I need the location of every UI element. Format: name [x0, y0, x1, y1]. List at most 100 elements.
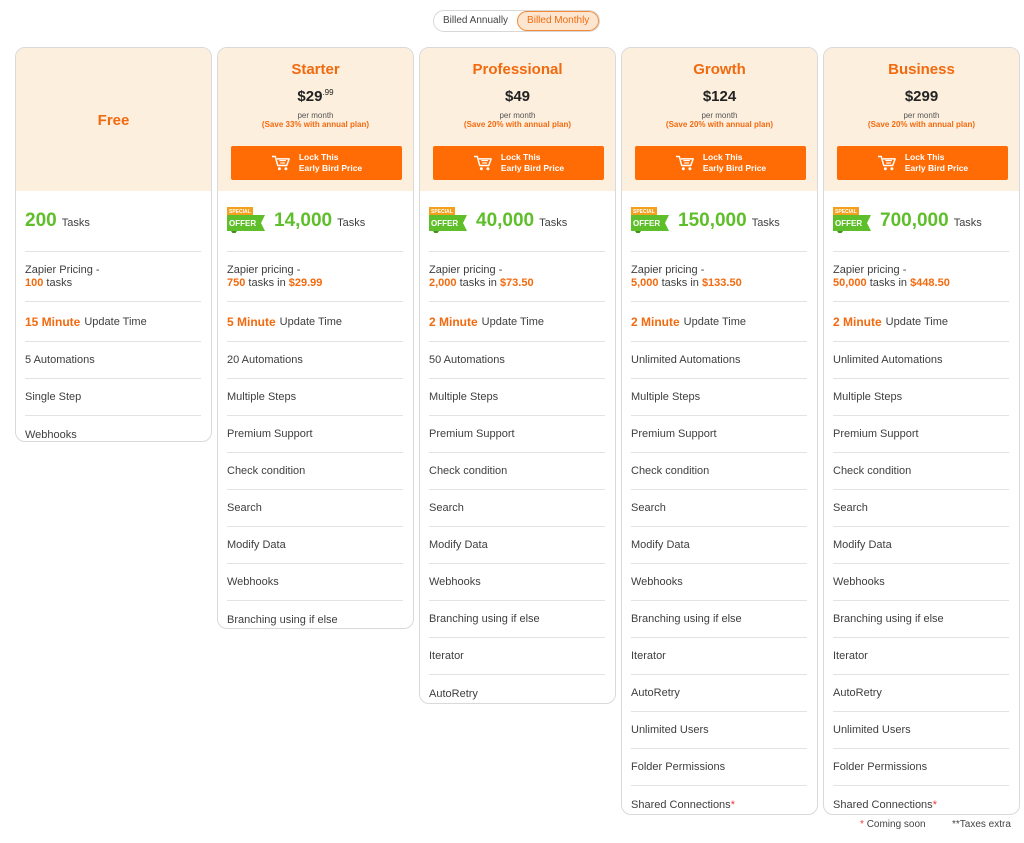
zapier-pricing-row: Zapier Pricing - 100 tasks: [25, 252, 201, 302]
price-amount: $49: [504, 88, 531, 105]
feature-row: Folder Permissions: [833, 749, 1009, 786]
plan-card-starter: Starter $29.99 per month (Save 33% with ann…: [217, 47, 414, 629]
offer-text: OFFER: [229, 219, 256, 228]
tasks-count: 700,000: [880, 210, 949, 231]
update-time-label: Update Time: [481, 315, 545, 328]
update-time-row: 2 Minute Update Time: [631, 302, 807, 342]
billing-toggle[interactable]: Billed Annually Billed Monthly: [433, 10, 601, 32]
feature-row: Branching using if else: [227, 613, 338, 626]
feature-row: Shared Connections *: [631, 786, 807, 814]
offer-text: OFFER: [835, 219, 862, 228]
zapier-pricing-row: Zapier pricing -50,000 tasks in $448.50: [833, 252, 1009, 302]
zapier-pricing-row: Zapier pricing -5,000 tasks in $133.50: [631, 252, 807, 302]
zapier-tasks: 5,000: [631, 276, 659, 289]
cart-icon: [473, 155, 492, 171]
cta-line-2: Early Bird Price: [298, 163, 363, 173]
feature-row: 5 Automations: [25, 342, 201, 379]
zapier-pricing-label: Zapier pricing -: [631, 263, 705, 276]
update-time-row: 2 Minute Update Time: [833, 302, 1009, 342]
feature-row: Check condition: [833, 453, 1009, 490]
offer-top-text: SPECIAL: [633, 209, 655, 215]
feature-row: Multiple Steps: [227, 379, 403, 416]
feature-row: Multiple Steps: [429, 379, 605, 416]
zapier-tasks: 750: [227, 276, 246, 289]
feature-row: Branching using if else: [429, 601, 605, 638]
zapier-tasks-suffix: tasks in: [456, 276, 500, 289]
offer-top-text: SPECIAL: [431, 209, 453, 215]
plan-name: Starter: [291, 61, 340, 78]
tasks-row: 200 Tasks: [25, 191, 201, 252]
tasks-count: 40,000: [476, 210, 535, 231]
plan-card-professional: Professional $49 per month (Save 20% with a…: [419, 47, 616, 704]
feature-row: Webhooks: [227, 564, 403, 601]
billed-monthly-option[interactable]: Billed Monthly: [517, 11, 600, 31]
zapier-pricing-row: Zapier pricing -2,000 tasks in $73.50: [429, 252, 605, 302]
coming-soon-text: Coming soon: [866, 819, 926, 830]
feature-row: Iterator: [429, 638, 605, 675]
update-time-value: 15 Minute: [25, 314, 81, 329]
plan-price: $49: [420, 89, 615, 105]
price-amount: $29: [297, 88, 323, 105]
feature-row: Single Step: [25, 379, 201, 416]
feature-row: Folder Permissions: [631, 749, 807, 786]
feature-row: Check condition: [227, 453, 403, 490]
feature-row: Shared Connections *: [833, 786, 1009, 814]
offer-top-text: SPECIAL: [229, 209, 251, 215]
cart-icon: [877, 155, 896, 171]
feature-row: Search: [429, 490, 605, 527]
annual-savings-note: (Save 33% with annual plan): [261, 120, 370, 129]
update-time-value: 5 Minute: [227, 314, 276, 329]
cta-line-1: Lock This: [904, 152, 945, 162]
feature-row: Iterator: [631, 638, 807, 675]
lock-early-bird-button[interactable]: Lock This Early Bird Price: [231, 146, 402, 180]
feature-row: 50 Automations: [429, 342, 605, 379]
tasks-label: Tasks: [61, 216, 90, 229]
feature-row: Unlimited Automations: [631, 342, 807, 379]
feature-row: Iterator: [833, 638, 1009, 675]
update-time-value: 2 Minute: [833, 314, 882, 329]
feature-row: Unlimited Automations: [833, 342, 1009, 379]
feature-row: Search: [227, 490, 403, 527]
zapier-pricing-label: Zapier pricing -: [227, 263, 301, 276]
taxes-note: **Taxes extra: [952, 819, 1011, 830]
plan-name: Free: [97, 112, 130, 129]
update-time-value: 2 Minute: [429, 314, 478, 329]
zapier-tasks-suffix: tasks: [43, 276, 73, 289]
coming-soon-asterisk: *: [932, 798, 937, 811]
zapier-tasks-suffix: tasks in: [245, 276, 289, 289]
feature-row: Modify Data: [833, 527, 1009, 564]
coming-soon-asterisk: *: [730, 798, 735, 811]
billed-annually-option[interactable]: Billed Annually: [434, 11, 517, 31]
plan-card-free: Free 200 Tasks Zapier Pricing - 100 task…: [15, 47, 212, 442]
lock-early-bird-button[interactable]: Lock This Early Bird Price: [433, 146, 604, 180]
feature-row: Multiple Steps: [833, 379, 1009, 416]
zapier-price: $73.50: [499, 276, 534, 289]
tasks-count: 150,000: [678, 210, 747, 231]
plan-header: Starter $29.99 per month (Save 33% with ann…: [218, 48, 413, 191]
update-time-label: Update Time: [84, 315, 147, 328]
zapier-pricing-label: Zapier pricing -: [429, 263, 503, 276]
feature-row: Webhooks: [631, 564, 807, 601]
tasks-label: Tasks: [539, 216, 568, 229]
plan-name: Growth: [693, 61, 746, 78]
zapier-pricing-label: Zapier Pricing -: [25, 263, 100, 276]
tasks-row: SPECIAL OFFER 14,000 Tasks: [227, 191, 403, 252]
tasks-row: SPECIAL OFFER 150,000 Tasks: [631, 191, 807, 252]
offer-text: OFFER: [633, 219, 660, 228]
lock-early-bird-button[interactable]: Lock This Early Bird Price: [635, 146, 806, 180]
cta-line-2: Early Bird Price: [904, 163, 969, 173]
zapier-pricing-row: Zapier pricing -750 tasks in $29.99: [227, 252, 403, 302]
tasks-row: SPECIAL OFFER 40,000 Tasks: [429, 191, 605, 252]
price-period: per month: [701, 111, 738, 120]
update-time-value: 2 Minute: [631, 314, 680, 329]
update-time-label: Update Time: [683, 315, 747, 328]
plan-name: Professional: [472, 61, 563, 78]
feature-row: Modify Data: [429, 527, 605, 564]
lock-early-bird-button[interactable]: Lock This Early Bird Price: [837, 146, 1008, 180]
asterisk: *: [860, 819, 864, 830]
cart-icon: [675, 155, 694, 171]
tasks-label: Tasks: [953, 216, 982, 229]
feature-label: Shared Connections: [833, 798, 933, 811]
cta-line-1: Lock This: [298, 152, 339, 162]
feature-row: Check condition: [429, 453, 605, 490]
